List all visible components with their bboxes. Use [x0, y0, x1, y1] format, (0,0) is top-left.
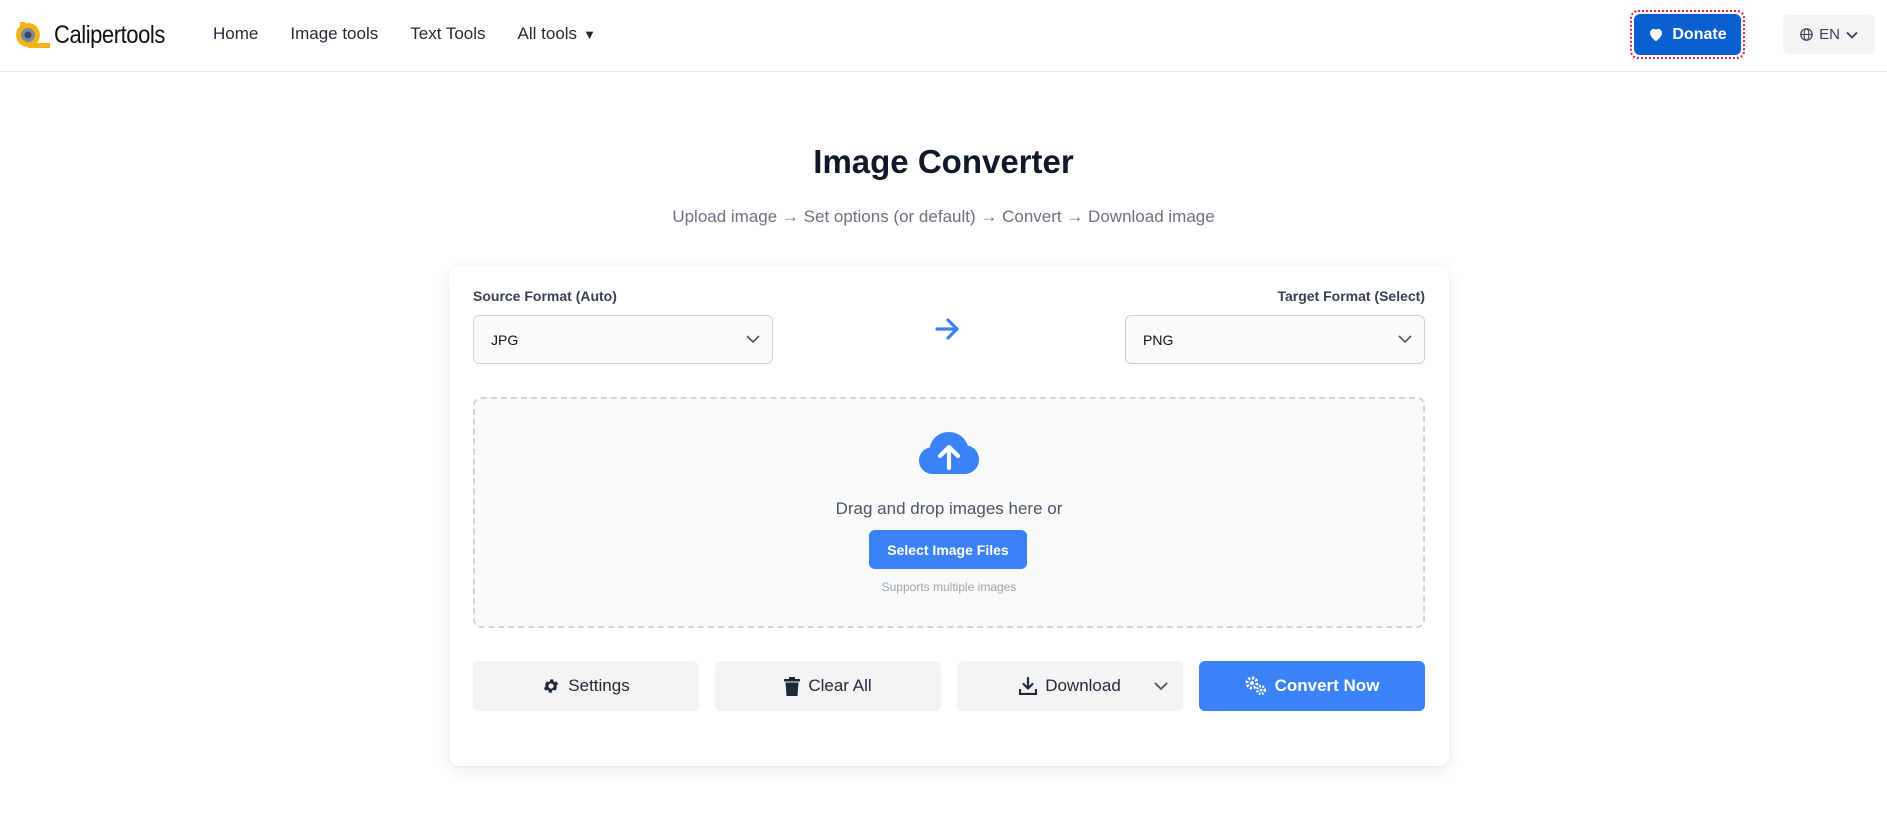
logo-icon	[14, 19, 52, 51]
trash-icon	[784, 676, 801, 696]
caret-down-icon: ▼	[583, 26, 596, 42]
source-format-value: JPG	[491, 331, 519, 348]
logo[interactable]: Calipertools	[14, 17, 180, 53]
cloud-upload-icon	[919, 432, 979, 474]
globe-icon	[1800, 28, 1813, 41]
download-label: Download	[1045, 676, 1121, 695]
chevron-down-icon	[746, 335, 760, 344]
chevron-down-icon	[1398, 335, 1412, 344]
page-subtitle: Upload image → Set options (or default) …	[672, 207, 1215, 226]
donate-label: Donate	[1672, 25, 1727, 43]
convert-now-button[interactable]: Convert Now	[1199, 661, 1425, 711]
page-title: Image Converter	[813, 143, 1074, 180]
target-format-value: PNG	[1143, 331, 1174, 348]
main-nav: Home Image tools Text Tools All tools ▼	[213, 24, 628, 44]
nav-home[interactable]: Home	[213, 24, 258, 44]
select-files-button[interactable]: Select Image Files	[869, 530, 1027, 569]
heart-icon	[1650, 28, 1663, 42]
donate-button[interactable]: Donate	[1634, 14, 1741, 55]
target-format-select[interactable]: PNG	[1125, 315, 1425, 364]
nav-text-tools[interactable]: Text Tools	[410, 24, 485, 44]
gears-icon	[1245, 676, 1266, 696]
chevron-down-icon	[1846, 31, 1858, 39]
drop-zone[interactable]: Drag and drop images here or Select Imag…	[473, 397, 1425, 628]
nav-all-tools[interactable]: All tools ▼	[518, 24, 596, 44]
nav-all-tools-label: All tools	[517, 24, 578, 43]
source-format-label: Source Format (Auto)	[473, 288, 617, 304]
chevron-down-icon[interactable]	[1153, 679, 1169, 693]
download-button[interactable]: Download	[957, 661, 1183, 711]
converter-card: Source Format (Auto) Target Format (Sele…	[449, 266, 1449, 766]
logo-text: Calipertools	[54, 20, 165, 49]
gear-icon	[544, 679, 559, 693]
top-header: Calipertools Home Image tools Text Tools…	[0, 0, 1887, 72]
drop-zone-hint: Supports multiple images	[881, 580, 1017, 594]
download-icon	[1019, 677, 1038, 695]
clear-all-button[interactable]: Clear All	[715, 661, 941, 711]
target-format-label: Target Format (Select)	[1277, 288, 1425, 304]
source-format-select[interactable]: JPG	[473, 315, 773, 364]
language-label: EN	[1819, 26, 1840, 43]
settings-button[interactable]: Settings	[473, 661, 699, 711]
settings-label: Settings	[568, 676, 630, 695]
arrow-right-icon	[935, 318, 959, 340]
drop-zone-text: Drag and drop images here or	[835, 499, 1063, 518]
nav-image-tools[interactable]: Image tools	[290, 24, 378, 44]
convert-now-label: Convert Now	[1274, 676, 1380, 695]
language-selector[interactable]: EN	[1783, 15, 1875, 54]
clear-all-label: Clear All	[808, 676, 872, 695]
